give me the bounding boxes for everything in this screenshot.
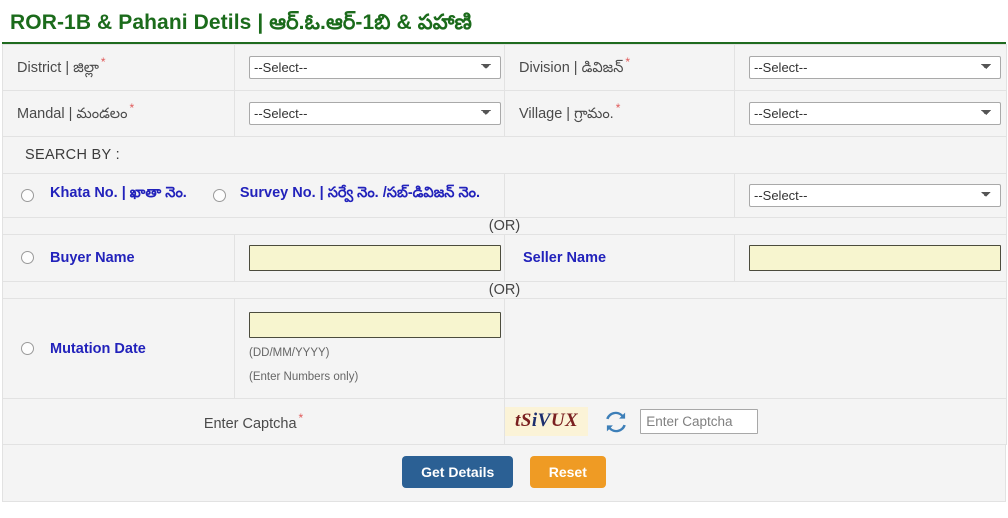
survey-radio-label: Survey No. | సర్వే నెం. /సబ్-డివిజన్ నెం… [239, 185, 481, 202]
division-required-mark: * [625, 55, 631, 70]
bottom-strip [0, 512, 1008, 518]
or-separator-2: (OR) [2, 280, 1007, 299]
buyer-radio-button[interactable] [21, 251, 34, 265]
khata-radio-button[interactable] [21, 188, 34, 202]
district-select-cell: --Select-- [234, 44, 505, 92]
get-details-button[interactable]: Get Details [402, 456, 514, 489]
survey-select-cell: --Select-- [734, 172, 1007, 218]
mutation-input-cell: (DD/MM/YYYY) (Enter Numbers only) [234, 297, 505, 400]
village-label-cell: Village | గ్రామం. * [504, 90, 735, 137]
seller-name-label: Seller Name [523, 249, 607, 266]
khata-radio-label: Khata No. | ఖాతా నెం. [50, 185, 187, 202]
reset-button[interactable]: Reset [529, 456, 606, 489]
seller-label-cell: Seller Name [504, 233, 735, 282]
mutation-radio-option[interactable]: Mutation Date [3, 331, 234, 367]
mutation-date-format-hint: (DD/MM/YYYY) [249, 346, 330, 359]
seller-name-input[interactable] [749, 244, 1001, 271]
captcha-input[interactable] [640, 409, 759, 435]
village-label: Village | గ్రామం. [519, 105, 614, 122]
village-select-cell: --Select-- [734, 90, 1007, 137]
or-separator-1: (OR) [2, 216, 1007, 235]
table-row: SEARCH BY : [2, 135, 1007, 174]
survey-radio-button[interactable] [212, 188, 226, 202]
khata-radio-option[interactable]: Khata No. | ఖాతా నెం. [3, 175, 187, 215]
captcha-image-part-3: UX [550, 410, 579, 432]
buyer-label-cell: Buyer Name [2, 233, 235, 282]
khata-survey-spacer-cell [504, 172, 735, 218]
page-header: ROR-1B & Pahani Detils | ఆర్.ఓ.ఆర్-1బి &… [2, 0, 1006, 45]
buyer-name-input[interactable] [249, 244, 501, 271]
mutation-date-label: Mutation Date [50, 340, 146, 357]
search-by-cell: SEARCH BY : [2, 135, 1007, 174]
khata-survey-cell: Khata No. | ఖాతా నెం. Survey No. | సర్వే… [2, 172, 505, 218]
captcha-controls-cell: tSiVUX [504, 398, 1007, 446]
division-label-cell: Division | డివిజన్ * [504, 44, 735, 92]
captcha-required-mark: * [298, 411, 304, 426]
search-by-heading: SEARCH BY : [25, 146, 120, 163]
buyer-name-label: Buyer Name [50, 249, 135, 266]
table-row: Mandal | మండలం * --Select-- Village | గ్ర… [2, 90, 1007, 137]
mutation-date-numbers-hint: (Enter Numbers only) [249, 371, 359, 384]
mandal-required-mark: * [129, 101, 135, 116]
mutation-empty-cell [504, 297, 1007, 400]
ror-pahani-page: ROR-1B & Pahani Detils | ఆర్.ఓ.ఆర్-1బి &… [0, 0, 1008, 518]
district-select[interactable]: --Select-- [249, 56, 501, 80]
mandal-select[interactable]: --Select-- [249, 101, 501, 125]
village-select[interactable]: --Select-- [749, 101, 1001, 125]
search-form-table: District | జిల్లా * --Select-- Division |… [2, 44, 1007, 446]
survey-radio-option[interactable]: Survey No. | సర్వే నెం. /సబ్-డివిజన్ నెం… [187, 175, 480, 215]
page-title: ROR-1B & Pahani Detils | ఆర్.ఓ.ఆర్-1బి &… [10, 11, 472, 34]
division-select[interactable]: --Select-- [749, 56, 1001, 80]
mutation-date-input[interactable] [249, 311, 501, 338]
division-select-cell: --Select-- [734, 44, 1007, 92]
buyer-input-cell [234, 233, 505, 282]
mutation-radio-button[interactable] [21, 342, 34, 356]
buyer-radio-option[interactable]: Buyer Name [3, 240, 234, 276]
table-row: (OR) [2, 280, 1007, 299]
table-row: (OR) [2, 216, 1007, 235]
mandal-label: Mandal | మండలం [17, 105, 128, 122]
district-label: District | జిల్లా [17, 60, 99, 77]
table-row: District | జిల్లా * --Select-- Division |… [2, 44, 1007, 92]
district-label-cell: District | జిల్లా * [2, 44, 235, 92]
captcha-image: tSiVUX [505, 407, 589, 437]
mandal-select-cell: --Select-- [234, 90, 505, 137]
village-required-mark: * [615, 101, 621, 116]
captcha-label: Enter Captcha [203, 416, 297, 433]
survey-number-select[interactable]: --Select-- [749, 183, 1001, 207]
mutation-label-cell: Mutation Date [2, 297, 235, 400]
captcha-image-part-2: iV [531, 410, 551, 432]
table-row: Khata No. | ఖాతా నెం. Survey No. | సర్వే… [2, 172, 1007, 218]
captcha-label-cell: Enter Captcha * [2, 398, 505, 446]
division-label: Division | డివిజన్ [519, 60, 624, 77]
table-row: Buyer Name Seller Name [2, 233, 1007, 282]
table-row: Mutation Date (DD/MM/YYYY) (Enter Number… [2, 297, 1007, 400]
seller-input-cell [734, 233, 1007, 282]
refresh-icon[interactable] [604, 410, 628, 434]
mandal-label-cell: Mandal | మండలం * [2, 90, 235, 137]
action-button-bar: Get Details Reset [2, 445, 1006, 503]
table-row: Enter Captcha * tSiVUX [2, 398, 1007, 446]
district-required-mark: * [100, 55, 106, 70]
captcha-image-part-1: tS [515, 410, 532, 432]
